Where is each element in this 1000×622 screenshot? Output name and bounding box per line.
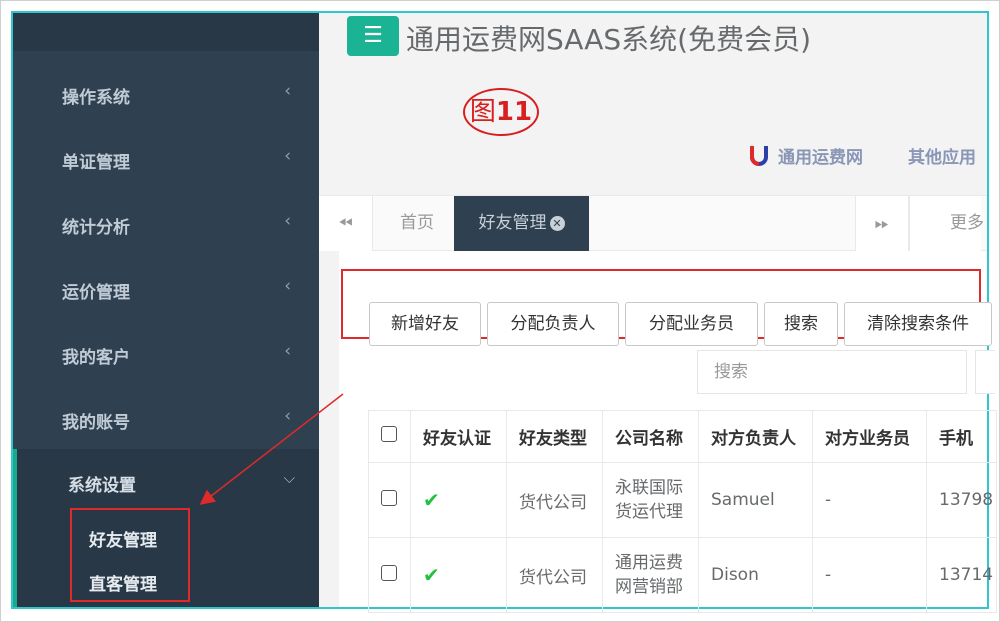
annotation-arrow: [199, 393, 344, 505]
